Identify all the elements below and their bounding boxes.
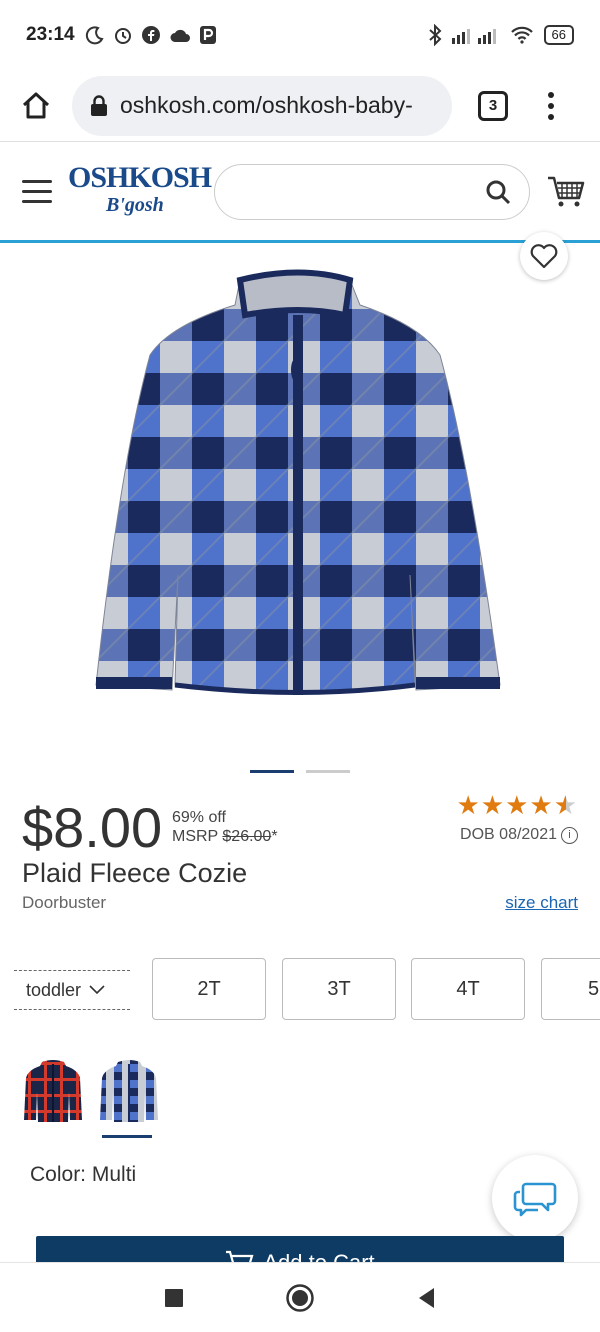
parking-icon	[199, 26, 216, 44]
image-carousel-dots[interactable]	[250, 770, 350, 773]
rating-stars-text: ★★★★★	[456, 790, 578, 820]
status-bar: 23:14 66	[0, 0, 600, 70]
product-title: Plaid Fleece Cozie	[22, 858, 248, 888]
bluetooth-icon	[428, 24, 441, 46]
tab-switcher-button[interactable]: 3	[478, 90, 508, 121]
back-icon[interactable]	[415, 1286, 437, 1310]
signal-icon	[451, 29, 496, 44]
browser-toolbar: oshkosh.com/oshkosh-baby- 3	[0, 70, 600, 142]
product-badge: Doorbuster	[22, 893, 107, 912]
moon-icon	[85, 26, 104, 45]
size-option-3t[interactable]: 3T	[282, 958, 396, 1020]
logo-main-text: OSHKOSH	[68, 160, 212, 194]
address-bar[interactable]: oshkosh.com/oshkosh-baby-	[72, 75, 452, 136]
chevron-down-icon	[89, 985, 105, 995]
size-chart-link[interactable]: size chart	[505, 893, 578, 913]
hamburger-menu-icon[interactable]	[22, 180, 52, 203]
home-button[interactable]	[0, 70, 72, 142]
logo-sub-text: B'gosh	[106, 193, 164, 216]
home-circle-icon[interactable]	[285, 1283, 315, 1313]
size-type-value: toddler	[26, 979, 82, 1000]
size-option-2t[interactable]: 2T	[152, 958, 266, 1020]
search-icon[interactable]	[485, 179, 511, 205]
browser-menu-button[interactable]	[546, 91, 556, 120]
dob-info: DOB 08/2021 i	[460, 826, 578, 844]
status-time: 23:14	[26, 24, 75, 45]
msrp-line: MSRP $26.00*	[172, 827, 278, 846]
discount-percent: 69% off	[172, 809, 226, 826]
site-header: OSHKOSH B'gosh	[0, 143, 600, 243]
msrp-suffix: *	[271, 828, 278, 845]
selected-swatch-indicator	[102, 1135, 152, 1138]
recents-icon[interactable]	[163, 1287, 185, 1309]
product-price: $8.00	[22, 796, 163, 859]
oshkosh-logo[interactable]: OSHKOSH B'gosh	[68, 160, 212, 222]
favorite-button[interactable]	[520, 232, 568, 280]
color-label: Color: Multi	[30, 1163, 137, 1186]
alarm-icon	[114, 28, 131, 44]
lock-icon	[91, 94, 107, 116]
rating-stars[interactable]: ★★★★★	[456, 790, 578, 821]
size-option-4t[interactable]: 4T	[411, 958, 525, 1020]
chat-button[interactable]	[492, 1155, 578, 1241]
wifi-icon	[510, 26, 533, 44]
search-input[interactable]	[214, 163, 530, 220]
product-image[interactable]	[0, 245, 600, 745]
size-type-dropdown[interactable]: toddler	[14, 970, 130, 1010]
dob-text: DOB 08/2021	[460, 826, 557, 843]
color-swatch-red-plaid[interactable]	[22, 1056, 84, 1126]
url-text: oshkosh.com/oshkosh-baby-	[120, 92, 413, 118]
size-option-5t[interactable]: 5	[541, 958, 600, 1020]
msrp-value: $26.00	[222, 828, 272, 845]
info-icon[interactable]: i	[561, 826, 578, 844]
carousel-dot-1[interactable]	[250, 770, 294, 773]
battery-icon: 66	[543, 25, 574, 45]
heart-icon	[530, 244, 558, 269]
color-swatch-blue-plaid[interactable]	[98, 1056, 160, 1126]
discount-info: 69% off MSRP $26.00*	[172, 808, 278, 846]
system-navigation-bar	[0, 1262, 600, 1332]
chat-icon	[513, 1182, 557, 1217]
msrp-label: MSRP	[172, 828, 218, 845]
cart-icon[interactable]	[546, 175, 586, 209]
cloud-icon	[170, 29, 190, 42]
facebook-icon	[141, 26, 160, 44]
carousel-dot-2[interactable]	[306, 770, 350, 773]
home-icon	[22, 92, 50, 118]
